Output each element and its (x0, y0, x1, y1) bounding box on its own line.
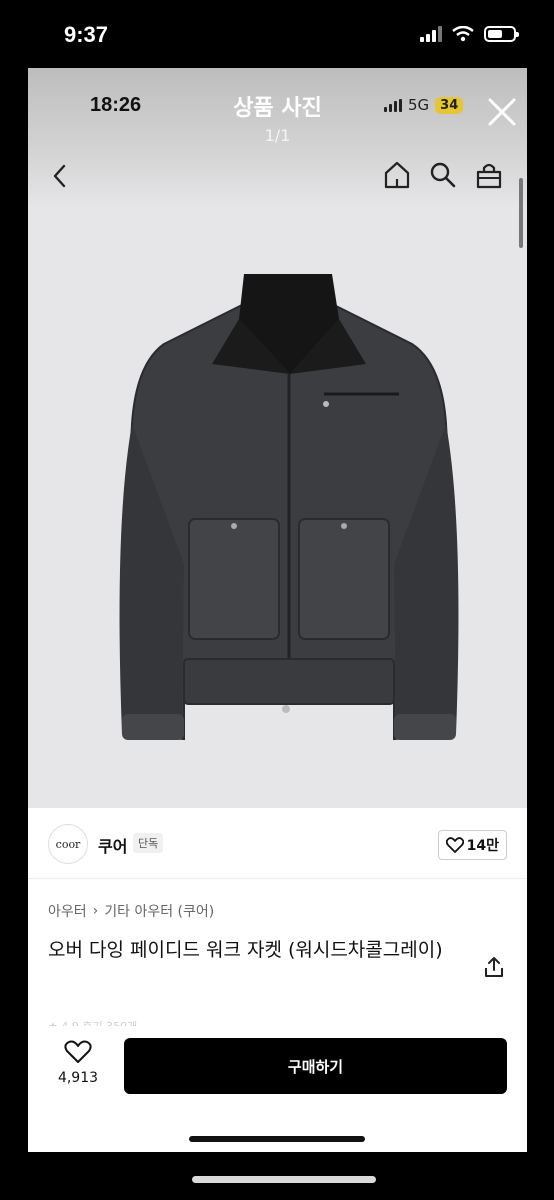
heart-icon (64, 1040, 92, 1063)
battery-badge: 34 (435, 96, 464, 114)
heart-icon (445, 837, 464, 853)
chevron-right-icon: › (92, 903, 99, 919)
photo-counter: 1/1 (264, 126, 291, 145)
shopping-bag-icon[interactable] (474, 160, 504, 190)
purchase-bar: 4,913 구매하기 (28, 1026, 527, 1152)
battery-icon (484, 26, 519, 42)
search-icon[interactable] (428, 160, 458, 190)
cellular-signal-icon (420, 26, 442, 42)
exclusive-badge: 단독 (133, 833, 164, 853)
home-indicator (189, 1136, 365, 1142)
back-chevron-icon[interactable] (50, 162, 70, 190)
breadcrumb: 아우터 › 기타 아우터 (쿠어) (48, 901, 214, 921)
phone-status-bar: 9:37 (0, 0, 554, 70)
brand-like-count: 14만 (466, 838, 499, 854)
brand-row[interactable]: coor 쿠어 단독 14만 (28, 808, 527, 879)
brand-name[interactable]: 쿠어 (98, 833, 127, 857)
wishlist-count: 4,913 (57, 1070, 99, 1086)
home-indicator-outer (192, 1176, 376, 1183)
phone-clock: 9:37 (64, 22, 109, 47)
product-nav-bar (28, 158, 527, 194)
home-icon[interactable] (382, 160, 412, 190)
product-title: 오버 다잉 페이디드 워크 자켓 (워시드차콜그레이) (48, 939, 443, 961)
product-photo-area[interactable]: 18:26 상품 사진 1/1 5G 34 (28, 68, 527, 808)
network-label: 5G (408, 96, 430, 114)
breadcrumb-item[interactable]: 아우터 (48, 901, 87, 921)
phone-status-icons (420, 26, 519, 42)
brand-like-button[interactable]: 14만 (437, 830, 507, 860)
inner-signal-icon (384, 98, 402, 112)
photo-viewer: 18:26 상품 사진 1/1 5G 34 coor 쿠어 단독 14만 아우터… (28, 68, 527, 1152)
wifi-icon (452, 26, 474, 42)
scroll-indicator (519, 178, 523, 248)
jacket-product-image (119, 274, 459, 741)
brand-logo[interactable]: coor (48, 824, 88, 864)
close-icon[interactable] (486, 96, 518, 128)
breadcrumb-item[interactable]: 기타 아우터 (쿠어) (104, 901, 214, 921)
wishlist-button[interactable]: 4,913 (54, 1040, 102, 1086)
share-icon[interactable] (484, 956, 504, 978)
inner-status-icons: 5G 34 (384, 96, 464, 114)
buy-button[interactable]: 구매하기 (124, 1038, 507, 1094)
